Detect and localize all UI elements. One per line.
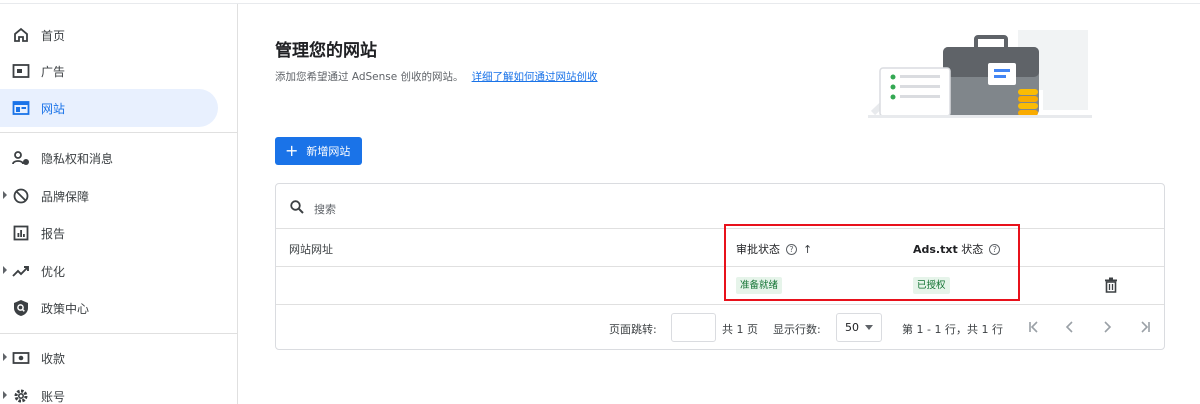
sidebar-item-brand-safety[interactable]: 品牌保障 — [0, 177, 218, 215]
sidebar-item-label: 品牌保障 — [41, 190, 90, 204]
search-bar[interactable]: 搜索 — [276, 184, 1164, 229]
page-title: 管理您的网站 — [275, 41, 377, 61]
sidebar-item-sites[interactable]: 网站 — [0, 89, 218, 127]
sites-table: 搜索 网站网址 审批状态 ? ↑ Ads.txt 状态 ? 准备就绪 已授权 页… — [275, 183, 1165, 350]
policy-icon — [11, 298, 31, 318]
add-site-button[interactable]: + 新增网站 — [275, 137, 362, 165]
sidebar-item-label: 广告 — [41, 65, 66, 79]
subtitle-text: 添加您希望通过 AdSense 创收的网站。 — [275, 71, 464, 83]
next-page-icon[interactable] — [1097, 317, 1117, 337]
rows-per-page-value: 50 — [845, 321, 859, 334]
sidebar-item-home[interactable]: 首页 — [0, 16, 218, 54]
sidebar-divider — [0, 333, 238, 334]
rows-per-page-select[interactable]: 50 — [836, 313, 882, 342]
column-header-url[interactable]: 网站网址 — [289, 241, 333, 257]
sites-illustration — [868, 25, 1092, 120]
sidebar: 首页 广告 网站 隐私权和消息 品牌保障 报告 优化 政策中心 收款 账号 — [0, 4, 238, 404]
expand-caret-icon — [3, 191, 7, 199]
search-placeholder: 搜索 — [314, 203, 336, 216]
privacy-icon — [11, 148, 31, 168]
sidebar-item-label: 报告 — [41, 227, 66, 241]
expand-caret-icon — [3, 353, 7, 361]
sidebar-item-privacy[interactable]: 隐私权和消息 — [0, 139, 218, 177]
dropdown-arrow-icon — [865, 325, 873, 330]
sidebar-item-label: 收款 — [41, 352, 66, 366]
block-icon — [11, 186, 31, 206]
first-page-icon[interactable] — [1024, 317, 1044, 337]
last-page-icon[interactable] — [1135, 317, 1155, 337]
previous-page-icon[interactable] — [1060, 317, 1080, 337]
rows-per-page-label: 显示行数: — [773, 323, 821, 336]
sidebar-item-label: 账号 — [41, 390, 66, 404]
sidebar-item-label: 首页 — [41, 29, 66, 43]
table-header-row: 网站网址 审批状态 ? ↑ Ads.txt 状态 ? — [276, 229, 1164, 267]
sidebar-item-label: 隐私权和消息 — [41, 152, 114, 166]
sidebar-item-label: 优化 — [41, 265, 66, 279]
delete-icon[interactable] — [1104, 277, 1118, 297]
ad-unit-icon — [11, 61, 31, 81]
plus-icon: + — [285, 141, 299, 160]
sidebar-item-ads[interactable]: 广告 — [0, 52, 218, 90]
page-subtitle: 添加您希望通过 AdSense 创收的网站。 详细了解如何通过网站创收 — [275, 69, 598, 84]
page-jump-label: 页面跳转: — [609, 323, 657, 336]
total-pages: 共 1 页 — [722, 323, 758, 336]
pagination: 页面跳转: 共 1 页 显示行数: 50 第 1 - 1 行，共 1 行 — [276, 305, 1164, 350]
payments-icon — [11, 348, 31, 368]
annotation-highlight-box — [724, 224, 1020, 301]
sidebar-item-label: 网站 — [41, 102, 66, 116]
sidebar-item-optimize[interactable]: 优化 — [0, 252, 218, 290]
sidebar-item-label: 政策中心 — [41, 302, 90, 316]
row-range: 第 1 - 1 行，共 1 行 — [902, 323, 1003, 336]
sidebar-item-reports[interactable]: 报告 — [0, 214, 218, 252]
trending-icon — [11, 261, 31, 281]
page-jump-input[interactable] — [671, 313, 716, 342]
learn-more-link[interactable]: 详细了解如何通过网站创收 — [472, 71, 598, 83]
expand-caret-icon — [3, 391, 7, 399]
table-row[interactable]: 准备就绪 已授权 — [276, 267, 1164, 305]
sidebar-divider — [0, 132, 238, 133]
sidebar-item-policy[interactable]: 政策中心 — [0, 289, 218, 327]
report-icon — [11, 223, 31, 243]
search-icon — [290, 199, 304, 218]
add-site-label: 新增网站 — [306, 145, 351, 158]
sidebar-item-payments[interactable]: 收款 — [0, 339, 218, 377]
expand-caret-icon — [3, 266, 7, 274]
settings-icon — [11, 386, 31, 404]
web-icon — [11, 98, 31, 118]
home-icon — [11, 25, 31, 45]
sidebar-item-account[interactable]: 账号 — [0, 377, 218, 404]
